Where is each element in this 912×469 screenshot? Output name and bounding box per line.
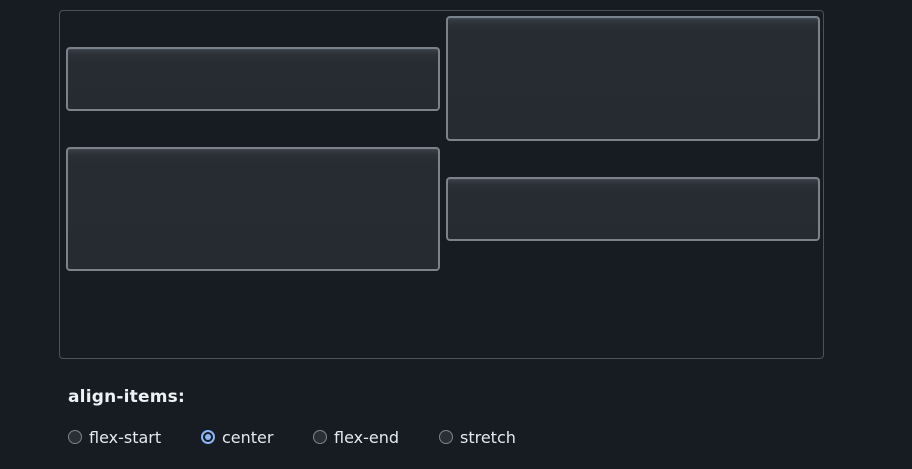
flex-item-4 [446,177,820,241]
radio-button-stretch[interactable] [439,430,453,444]
radio-label-flex-start: flex-start [89,427,162,447]
radio-button-flex-end[interactable] [313,430,327,444]
flex-item-1 [66,47,440,111]
radio-label-center: center [222,427,274,447]
flex-item-3 [66,147,440,271]
radio-option-stretch[interactable]: stretch [439,426,516,448]
radio-option-center[interactable]: center [201,426,273,448]
radio-option-flex-start[interactable]: flex-start [68,426,161,448]
radio-label-stretch: stretch [460,427,516,447]
radio-label-flex-end: flex-end [334,427,400,447]
radio-button-center[interactable] [201,430,215,444]
align-items-label: align-items: [68,387,185,407]
radio-option-flex-end[interactable]: flex-end [313,426,399,448]
radio-button-flex-start[interactable] [68,430,82,444]
flex-container-preview [59,10,824,359]
flex-item-2 [446,16,820,141]
